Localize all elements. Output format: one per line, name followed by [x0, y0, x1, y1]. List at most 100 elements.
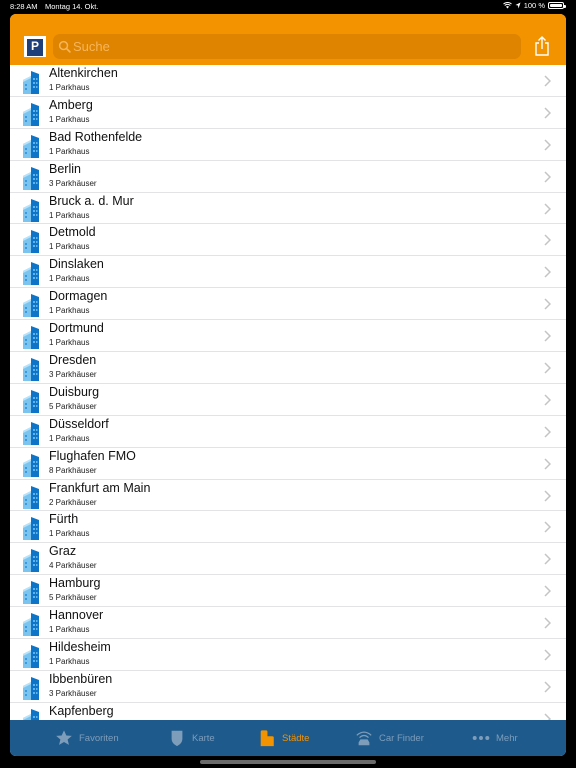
building-icon [23, 613, 39, 637]
home-indicator[interactable] [200, 760, 376, 764]
car-finder-icon [356, 731, 372, 746]
chevron-right-icon [544, 649, 551, 661]
building-icon [23, 581, 39, 605]
city-row[interactable]: Altenkirchen 1 Parkhaus [10, 65, 566, 97]
chevron-right-icon [544, 490, 551, 502]
search-input[interactable] [73, 34, 513, 59]
parking-count: 8 Parkhäuser [49, 465, 97, 475]
city-row[interactable]: Detmold 1 Parkhaus [10, 224, 566, 257]
city-row[interactable]: Graz 4 Parkhäuser [10, 543, 566, 576]
building-icon [23, 708, 39, 720]
city-row[interactable]: Bruck a. d. Mur 1 Parkhaus [10, 193, 566, 225]
building-icon [23, 198, 39, 222]
chevron-right-icon [544, 330, 551, 342]
city-name: Dinslaken [49, 257, 104, 272]
tab-car-finder[interactable]: Car Finder [355, 720, 424, 756]
parking-count: 1 Parkhaus [49, 274, 90, 284]
city-row[interactable]: Hildesheim 1 Parkhaus [10, 639, 566, 671]
building-icon [23, 358, 39, 382]
chevron-right-icon [544, 681, 551, 693]
city-name: Dortmund [49, 321, 104, 336]
city-row[interactable]: Frankfurt am Main 2 Parkhäuser [10, 480, 566, 512]
status-date: Montag 14. Okt. [45, 2, 99, 11]
parking-count: 1 Parkhaus [49, 433, 90, 443]
tab-bar: Favoriten Karte Städte Car Finder Mehr [10, 720, 566, 756]
city-name: Fürth [49, 512, 79, 527]
header-bar: P [10, 14, 566, 65]
parking-count: 1 Parkhaus [49, 210, 90, 220]
city-name: Duisburg [49, 384, 100, 399]
chevron-right-icon [544, 617, 551, 629]
building-icon [23, 421, 39, 445]
building-icon [23, 517, 39, 541]
tab-favoriten[interactable]: Favoriten [55, 720, 119, 756]
city-name: Düsseldorf [49, 416, 109, 431]
city-row[interactable]: Düsseldorf 1 Parkhaus [10, 416, 566, 448]
tab-label: Mehr [496, 732, 518, 744]
parking-count: 1 Parkhaus [49, 146, 90, 156]
city-row[interactable]: Duisburg 5 Parkhäuser [10, 384, 566, 416]
app-window: P Suche Altenkirchen 1 Parkhaus Amberg 1… [10, 14, 566, 756]
building-icon [23, 485, 39, 509]
city-name: Dresden [49, 353, 97, 368]
chevron-right-icon [544, 203, 551, 215]
city-row[interactable]: Amberg 1 Parkhaus [10, 97, 566, 129]
building-icon [23, 230, 39, 254]
city-row[interactable]: Berlin 3 Parkhäuser [10, 161, 566, 193]
city-row[interactable]: Bad Rothenfelde 1 Parkhaus [10, 129, 566, 161]
city-row[interactable]: Dormagen 1 Parkhaus [10, 288, 566, 321]
search-field[interactable] [53, 34, 521, 59]
city-name: Amberg [49, 97, 93, 112]
location-arrow-icon [515, 2, 521, 9]
parking-count: 1 Parkhaus [49, 657, 90, 667]
city-row[interactable]: Dresden 3 Parkhäuser [10, 352, 566, 384]
city-row[interactable]: Dinslaken 1 Parkhaus [10, 256, 566, 289]
city-icon [260, 730, 274, 747]
chevron-right-icon [544, 585, 551, 597]
logo-strip [27, 54, 43, 56]
shield-icon [171, 730, 183, 747]
chevron-right-icon [544, 234, 551, 246]
chevron-right-icon [544, 394, 551, 406]
battery-icon [548, 2, 566, 9]
star-icon [56, 730, 72, 745]
parking-count: 2 Parkhäuser [49, 497, 97, 507]
tab-städte[interactable]: Städte [258, 720, 309, 756]
status-right: 100 % [502, 1, 566, 10]
chevron-right-icon [544, 426, 551, 438]
tab-label: Car Finder [379, 732, 424, 744]
city-name: Dormagen [49, 289, 108, 304]
share-icon[interactable] [534, 36, 550, 56]
city-row[interactable]: Fürth 1 Parkhaus [10, 511, 566, 544]
parking-count: 1 Parkhaus [49, 242, 90, 252]
parking-count: 1 Parkhaus [49, 338, 90, 348]
city-row[interactable]: Hannover 1 Parkhaus [10, 607, 566, 640]
city-row[interactable]: Ibbenbüren 3 Parkhäuser [10, 671, 566, 703]
building-icon [23, 676, 39, 700]
city-name: Kapfenberg [49, 703, 114, 718]
battery-fill [550, 4, 562, 7]
parking-count: 1 Parkhaus [49, 306, 90, 316]
tab-mehr[interactable]: Mehr [472, 720, 518, 756]
city-row[interactable]: Flughafen FMO 8 Parkhäuser [10, 448, 566, 480]
city-row[interactable]: Kapfenberg [10, 703, 566, 720]
building-icon [23, 389, 39, 413]
parking-count: 3 Parkhäuser [49, 688, 97, 698]
city-row[interactable]: Dortmund 1 Parkhaus [10, 320, 566, 353]
parking-count: 1 Parkhaus [49, 114, 90, 124]
parking-count: 1 Parkhaus [49, 529, 90, 539]
building-icon [23, 453, 39, 477]
building-icon [23, 549, 39, 573]
tab-label: Karte [192, 732, 215, 744]
tab-karte[interactable]: Karte [168, 720, 215, 756]
city-name: Berlin [49, 161, 81, 176]
status-time: 8:28 AM [10, 2, 38, 11]
city-list[interactable]: Altenkirchen 1 Parkhaus Amberg 1 Parkhau… [10, 65, 566, 720]
building-icon [23, 262, 39, 286]
tab-label: Städte [282, 732, 310, 744]
status-bar: 8:28 AM Montag 14. Okt. 100 % [0, 0, 576, 12]
city-row[interactable]: Hamburg 5 Parkhäuser [10, 575, 566, 608]
wifi-icon [502, 2, 512, 9]
city-name: Graz [49, 544, 77, 559]
chevron-right-icon [544, 458, 551, 470]
